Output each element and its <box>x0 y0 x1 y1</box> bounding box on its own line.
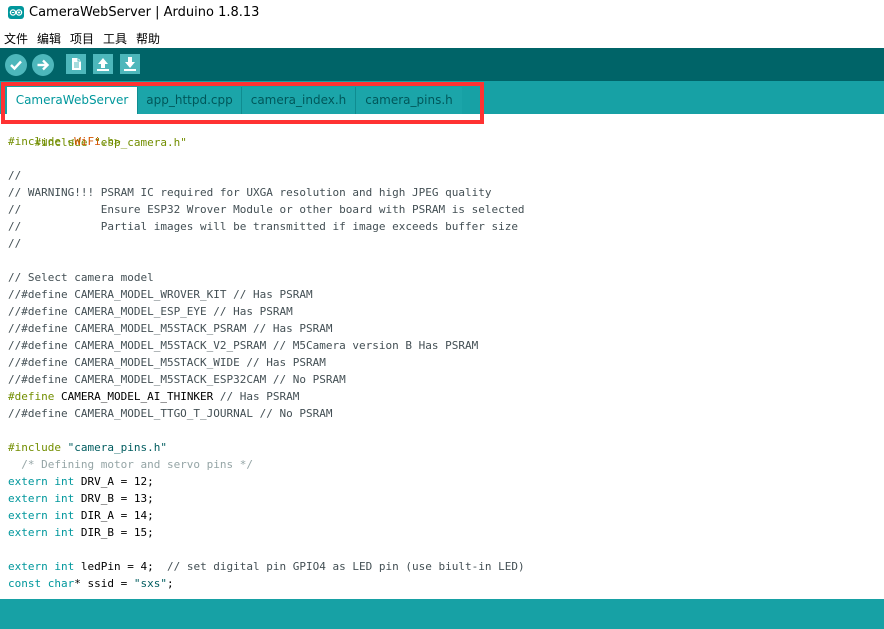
code-line: // Partial images will be transmitted if… <box>8 218 518 235</box>
code-token: // Select camera model <box>8 271 154 284</box>
code-token: CAMERA_MODEL_AI_THINKER <box>60 390 214 403</box>
open-button[interactable] <box>93 54 113 74</box>
code-line: extern int DRV_A = 12; <box>8 473 154 490</box>
code-token: /* Defining motor and servo pins */ <box>8 458 254 471</box>
menu-tools[interactable]: 工具 <box>103 30 127 47</box>
code-line: #define CAMERA_MODEL_AI_THINKER // Has P… <box>8 388 299 405</box>
code-token: // set digital pin GPIO4 as LED pin (use… <box>166 560 525 573</box>
verify-button[interactable] <box>5 54 27 76</box>
code-token: //#define CAMERA_MODEL_M5STACK_WIDE // H… <box>8 356 326 369</box>
code-line: //#define CAMERA_MODEL_M5STACK_ESP32CAM … <box>8 371 346 388</box>
code-token: DIR_A = 14; <box>74 509 154 522</box>
menu-sketch[interactable]: 项目 <box>70 30 94 47</box>
code-line: extern int DIR_B = 15; <box>8 524 154 541</box>
code-line: extern int DRV_B = 13; <box>8 490 154 507</box>
code-token: //#define CAMERA_MODEL_M5STACK_V2_PSRAM … <box>8 339 479 352</box>
code-token: DIR_B = 15; <box>74 526 154 539</box>
code-token: DRV_B = 13; <box>74 492 154 505</box>
title-bar: CameraWebServer | Arduino 1.8.13 <box>0 0 884 26</box>
code-token: extern <box>8 475 55 488</box>
code-line: //#define CAMERA_MODEL_M5STACK_WIDE // H… <box>8 354 326 371</box>
code-token: "camera_pins.h" <box>67 441 167 454</box>
arduino-logo-icon <box>8 6 24 19</box>
code-token: const <box>8 577 48 590</box>
code-token: // Partial images will be transmitted if… <box>8 220 518 233</box>
code-token: // <box>8 237 22 250</box>
code-token: //#define CAMERA_MODEL_ESP_EYE // Has PS… <box>8 305 293 318</box>
open-icon <box>97 58 109 71</box>
code-line: extern int ledPin = 4; // set digital pi… <box>8 558 525 575</box>
code-line: extern int DIR_A = 14; <box>8 507 154 524</box>
new-icon <box>72 58 81 70</box>
code-token: extern <box>8 526 55 539</box>
code-token: #define <box>8 390 61 403</box>
window-title: CameraWebServer | Arduino 1.8.13 <box>29 5 260 20</box>
code-token: //#define CAMERA_MODEL_M5STACK_ESP32CAM … <box>8 373 346 386</box>
code-token: // WARNING!!! PSRAM IC required for UXGA… <box>8 186 492 199</box>
menu-file[interactable]: 文件 <box>4 30 28 47</box>
code-token: WiFi <box>74 135 101 148</box>
code-line: /* Defining motor and servo pins */ <box>8 456 253 473</box>
status-bar <box>0 599 884 629</box>
code-line: // Ensure ESP32 Wrover Module or other b… <box>8 201 525 218</box>
new-button[interactable] <box>66 54 86 74</box>
code-token: //#define CAMERA_MODEL_WROVER_KIT // Has… <box>8 288 313 301</box>
code-token: int <box>54 492 75 505</box>
code-line: // WARNING!!! PSRAM IC required for UXGA… <box>8 184 491 201</box>
upload-button[interactable] <box>32 54 54 76</box>
code-line: //#define CAMERA_MODEL_WROVER_KIT // Has… <box>8 286 313 303</box>
code-token: .h> <box>100 135 121 148</box>
annotation-highlight-box <box>1 82 484 124</box>
code-line: //#define CAMERA_MODEL_M5STACK_PSRAM // … <box>8 320 333 337</box>
code-token: int <box>54 560 75 573</box>
code-token: extern <box>8 509 55 522</box>
save-button[interactable] <box>120 54 140 74</box>
code-token: extern <box>8 492 55 505</box>
code-line: // <box>8 167 21 184</box>
code-line: // Select camera model <box>8 269 154 286</box>
code-token: //#define CAMERA_MODEL_TTGO_T_JOURNAL //… <box>8 407 333 420</box>
code-line: //#define CAMERA_MODEL_M5STACK_V2_PSRAM … <box>8 337 478 354</box>
code-line: // <box>8 235 21 252</box>
upload-icon <box>37 59 50 71</box>
save-icon <box>124 57 136 71</box>
code-token: #include <box>8 441 68 454</box>
code-token: * ssid = <box>74 577 134 590</box>
code-editor[interactable]: #include "esp_camera.h" #include <WiFi.h… <box>0 114 884 599</box>
code-token: //#define CAMERA_MODEL_M5STACK_PSRAM // … <box>8 322 333 335</box>
code-token: ; <box>166 577 174 590</box>
code-line: //#define CAMERA_MODEL_TTGO_T_JOURNAL //… <box>8 405 333 422</box>
code-token: char <box>47 577 75 590</box>
code-line: const char* ssid = "sxs"; <box>8 575 174 592</box>
code-token: int <box>54 475 75 488</box>
code-token: // Has PSRAM <box>213 390 300 403</box>
code-token: // <box>8 169 22 182</box>
toolbar <box>0 48 884 81</box>
code-line: #include <WiFi.h> <box>8 133 121 150</box>
menu-bar: 文件 编辑 项目 工具 帮助 <box>0 26 884 48</box>
verify-icon <box>10 60 22 71</box>
code-token: #include < <box>8 135 75 148</box>
code-token: int <box>54 526 75 539</box>
code-line: #include "camera_pins.h" <box>8 439 167 456</box>
code-token: "sxs" <box>133 577 167 590</box>
code-token: ledPin = 4; <box>74 560 167 573</box>
code-token: int <box>54 509 75 522</box>
code-token: extern <box>8 560 55 573</box>
code-token: // Ensure ESP32 Wrover Module or other b… <box>8 203 525 216</box>
code-line: //#define CAMERA_MODEL_ESP_EYE // Has PS… <box>8 303 293 320</box>
menu-help[interactable]: 帮助 <box>136 30 160 47</box>
code-token: DRV_A = 12; <box>74 475 154 488</box>
menu-edit[interactable]: 编辑 <box>37 30 61 47</box>
